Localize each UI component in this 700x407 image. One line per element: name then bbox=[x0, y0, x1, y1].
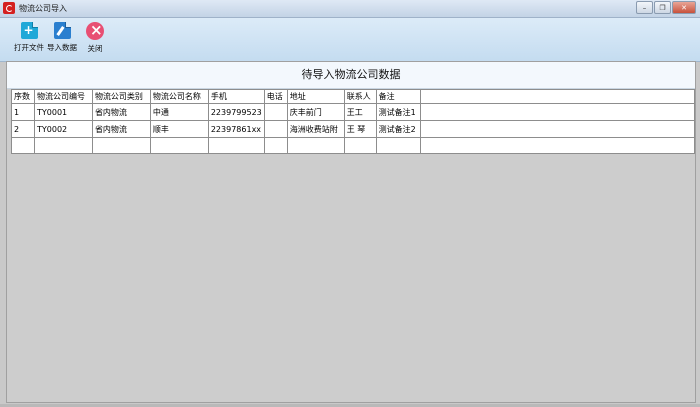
column-header[interactable]: 联系人 bbox=[343, 89, 377, 104]
new-file-icon bbox=[20, 22, 38, 39]
grid-cell-filler bbox=[419, 103, 696, 121]
grid-cell[interactable]: 王 琴 bbox=[343, 120, 377, 138]
grid-cell[interactable]: 测试备注2 bbox=[375, 120, 421, 138]
close-button[interactable]: 关闭 bbox=[78, 22, 112, 54]
grid-cell[interactable]: 庆丰前门 bbox=[286, 103, 345, 121]
table-row-new[interactable] bbox=[11, 137, 696, 154]
grid-title: 待导入物流公司数据 bbox=[7, 62, 695, 89]
table-row[interactable]: 2 TY0002 省内物流 顺丰 22397861xx 海洲收费站附 王 琴 测… bbox=[11, 120, 696, 138]
grid-header-row: 序数 物流公司编号 物流公司类别 物流公司名称 手机 电话 地址 联系人 备注 bbox=[11, 89, 696, 104]
grid-cell[interactable]: 2239799523 bbox=[207, 103, 265, 121]
grid-cell[interactable] bbox=[149, 137, 209, 154]
grid-cell[interactable]: 顺丰 bbox=[149, 120, 209, 138]
column-header[interactable]: 备注 bbox=[375, 89, 421, 104]
grid-cell[interactable] bbox=[11, 137, 35, 154]
grid-cell-filler bbox=[419, 120, 696, 138]
title-bar: 物流公司导入 – ❐ ✕ bbox=[0, 0, 700, 18]
close-icon bbox=[86, 22, 104, 40]
grid-cell[interactable] bbox=[263, 137, 288, 154]
grid-cell[interactable]: 2 bbox=[11, 120, 35, 138]
column-header[interactable]: 地址 bbox=[286, 89, 345, 104]
grid-cell[interactable] bbox=[263, 103, 288, 121]
grid-cell[interactable] bbox=[33, 137, 93, 154]
grid-cell[interactable]: 测试备注1 bbox=[375, 103, 421, 121]
grid-cell[interactable]: TY0001 bbox=[33, 103, 93, 121]
grid-cell[interactable] bbox=[375, 137, 421, 154]
data-panel: 待导入物流公司数据 序数 物流公司编号 物流公司类别 物流公司名称 手机 电话 … bbox=[6, 61, 696, 403]
grid-cell[interactable]: 海洲收费站附 bbox=[286, 120, 345, 138]
column-header-filler bbox=[419, 89, 696, 104]
grid-cell[interactable]: 1 bbox=[11, 103, 35, 121]
column-header[interactable]: 物流公司名称 bbox=[149, 89, 209, 104]
window-close-button[interactable]: ✕ bbox=[672, 1, 696, 14]
minimize-button[interactable]: – bbox=[636, 1, 653, 14]
grid-cell[interactable]: TY0002 bbox=[33, 120, 93, 138]
toolbar: 打开文件 导入数据 关闭 bbox=[0, 18, 700, 62]
column-header[interactable]: 物流公司编号 bbox=[33, 89, 93, 104]
grid-cell[interactable]: 中通 bbox=[149, 103, 209, 121]
column-header[interactable]: 手机 bbox=[207, 89, 265, 104]
column-header[interactable]: 序数 bbox=[11, 89, 35, 104]
open-file-label: 打开文件 bbox=[14, 43, 44, 52]
edit-document-icon bbox=[53, 22, 71, 39]
restore-button[interactable]: ❐ bbox=[654, 1, 671, 14]
grid-cell[interactable] bbox=[207, 137, 265, 154]
column-header[interactable]: 电话 bbox=[263, 89, 288, 104]
window-title: 物流公司导入 bbox=[19, 4, 67, 13]
import-data-button[interactable]: 导入数据 bbox=[45, 22, 79, 53]
grid-cell[interactable]: 22397861xx bbox=[207, 120, 265, 138]
grid-cell-filler bbox=[419, 137, 696, 154]
app-logo-icon bbox=[3, 2, 15, 14]
grid-cell[interactable] bbox=[286, 137, 345, 154]
grid-cell[interactable] bbox=[91, 137, 151, 154]
grid-cell[interactable]: 省内物流 bbox=[91, 120, 151, 138]
grid-cell[interactable] bbox=[263, 120, 288, 138]
open-file-button[interactable]: 打开文件 bbox=[12, 22, 46, 53]
grid-cell[interactable]: 省内物流 bbox=[91, 103, 151, 121]
column-header[interactable]: 物流公司类别 bbox=[91, 89, 151, 104]
grid-cell[interactable] bbox=[343, 137, 377, 154]
grid-cell[interactable]: 王工 bbox=[343, 103, 377, 121]
import-data-grid[interactable]: 序数 物流公司编号 物流公司类别 物流公司名称 手机 电话 地址 联系人 备注 … bbox=[11, 89, 696, 154]
table-row[interactable]: 1 TY0001 省内物流 中通 2239799523 庆丰前门 王工 测试备注… bbox=[11, 103, 696, 121]
window-controls: – ❐ ✕ bbox=[635, 1, 696, 14]
close-label: 关闭 bbox=[87, 44, 103, 53]
import-data-label: 导入数据 bbox=[47, 43, 77, 52]
